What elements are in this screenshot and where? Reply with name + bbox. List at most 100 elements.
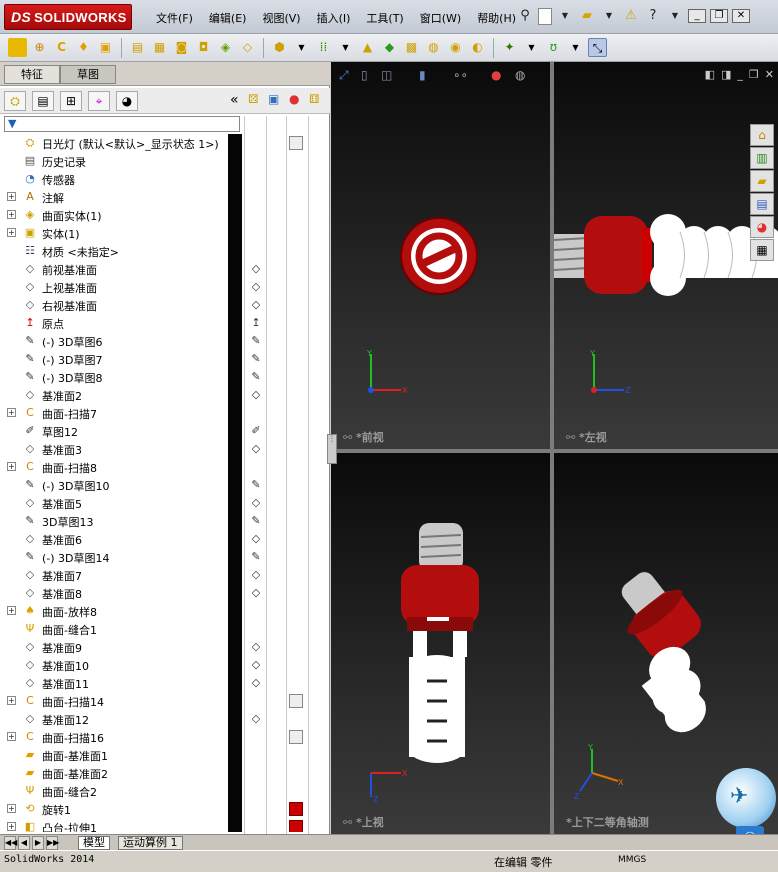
custom-properties-icon[interactable]: ▦	[750, 239, 774, 261]
file-explorer-icon[interactable]: ▰	[750, 170, 774, 192]
plane-visibility-icon[interactable]: ◇	[248, 261, 264, 277]
close-window-button[interactable]: ✕	[732, 9, 750, 23]
pin-icon[interactable]: ⚲	[516, 6, 534, 26]
viewport-left[interactable]: ◧ ◨ _ ❐ ✕ Y Z ⚯ *左视	[554, 62, 778, 449]
expand-toggle-icon[interactable]: +	[7, 210, 16, 219]
expand-toggle-icon[interactable]: +	[7, 192, 16, 201]
menu-insert[interactable]: 插入(I)	[309, 8, 359, 28]
sweep-surface-icon[interactable]: C	[52, 38, 71, 57]
tree-item[interactable]: + ⟲ 旋转1	[0, 800, 330, 818]
expand-toggle-icon[interactable]: +	[7, 822, 16, 831]
dropdown-arrow-icon[interactable]: ▼	[666, 6, 684, 26]
expand-toggle-icon[interactable]: +	[7, 228, 16, 237]
expand-toggle-icon[interactable]: +	[7, 696, 16, 705]
offset-surface-icon[interactable]: ▤	[128, 38, 147, 57]
appearance-swatch-icon[interactable]	[289, 694, 303, 708]
view-palette-icon[interactable]: ▤	[750, 193, 774, 215]
untrim-surface-icon[interactable]: ◉	[446, 38, 465, 57]
plane-visibility-icon[interactable]: ◇	[248, 657, 264, 673]
tree-scroll-bar[interactable]	[228, 134, 242, 832]
delete-face-icon[interactable]: ▩	[402, 38, 421, 57]
scene-icon[interactable]: ⚅	[309, 92, 319, 106]
tree-item[interactable]: ✎ (-) 3D草图10 ✎	[0, 476, 330, 494]
dropdown-arrow-icon[interactable]: ▼	[336, 38, 355, 57]
tab-motion-study[interactable]: 运动算例 1	[118, 836, 183, 850]
expand-toggle-icon[interactable]: +	[7, 462, 16, 471]
tab-last-arrow-icon[interactable]: ▶▶	[46, 836, 59, 850]
tree-item[interactable]: + C 曲面-扫描16	[0, 728, 330, 746]
replace-face-icon[interactable]: ◍	[424, 38, 443, 57]
tree-item[interactable]: + ▣ 实体(1)	[0, 224, 330, 242]
fill-surface-icon[interactable]: ◙	[172, 38, 191, 57]
tree-item[interactable]: ✎ 3D草图13 ✎	[0, 512, 330, 530]
display-pane-icon[interactable]: ⚄	[248, 92, 258, 106]
warning-icon[interactable]: ⚠	[622, 6, 640, 26]
expand-toggle-icon[interactable]: +	[7, 804, 16, 813]
appearance-swatch-icon[interactable]	[289, 730, 303, 744]
tree-item[interactable]: ◔ 传感器	[0, 170, 330, 188]
trim-surface-icon[interactable]: ◇	[238, 38, 257, 57]
tree-item[interactable]: ◇ 基准面3 ◇	[0, 440, 330, 458]
sketch3d-visibility-icon[interactable]: ✎	[248, 369, 264, 385]
tree-item[interactable]: ✐ 草图12 ✐	[0, 422, 330, 440]
tree-item[interactable]: + ♠ 曲面-放样8	[0, 602, 330, 620]
tree-item[interactable]: + A 注解	[0, 188, 330, 206]
plane-visibility-icon[interactable]: ◇	[248, 279, 264, 295]
sketch3d-visibility-icon[interactable]: ✎	[248, 333, 264, 349]
dimxpert-icon[interactable]: ⌖	[88, 91, 110, 111]
menu-view[interactable]: 视图(V)	[254, 8, 308, 28]
tree-item[interactable]: ▰ 曲面-基准面1	[0, 746, 330, 764]
tree-item[interactable]: ◇ 基准面12 ◇	[0, 710, 330, 728]
tab-sketch[interactable]: 草图	[60, 65, 116, 84]
tree-item[interactable]: Ψ 曲面-缝合1	[0, 620, 330, 638]
loft-surface-icon[interactable]: ♦	[74, 38, 93, 57]
edit-appearance-icon[interactable]: ●	[491, 68, 501, 82]
plane-visibility-icon[interactable]: ◇	[248, 387, 264, 403]
section-view-icon[interactable]: ◫	[381, 68, 392, 82]
tree-item[interactable]: ◇ 基准面2 ◇	[0, 386, 330, 404]
tree-item[interactable]: ✎ (-) 3D草图6 ✎	[0, 332, 330, 350]
assistant-bird-logo[interactable]: ✈	[716, 768, 776, 828]
appearances-icon[interactable]: ◕	[750, 216, 774, 238]
plane-visibility-icon[interactable]: ◇	[248, 297, 264, 313]
tree-item[interactable]: ◇ 前视基准面 ◇	[0, 260, 330, 278]
extrude-surface-icon[interactable]	[8, 38, 27, 57]
dropdown-arrow-icon[interactable]: ▼	[556, 6, 574, 26]
fillet-icon[interactable]: ◐	[468, 38, 487, 57]
expand-toggle-icon[interactable]: +	[7, 732, 16, 741]
sketch3d-visibility-icon[interactable]: ✎	[248, 549, 264, 565]
expand-toggle-icon[interactable]: +	[7, 408, 16, 417]
help-icon[interactable]: ?	[644, 6, 662, 26]
tree-item[interactable]: ◇ 基准面5 ◇	[0, 494, 330, 512]
viewport-front[interactable]: Y X ⚯ *前视	[331, 62, 550, 449]
display-style-icon[interactable]: ▮	[419, 68, 426, 82]
tab-next-arrow-icon[interactable]: ▶	[32, 836, 44, 850]
display-manager-icon[interactable]: ◕	[116, 91, 138, 111]
minimize-window-button[interactable]: _	[688, 9, 706, 23]
pattern-icon[interactable]: ⁞⁞	[314, 38, 333, 57]
appearance-cube-icon[interactable]: ▣	[268, 92, 279, 106]
cut-with-surface-icon[interactable]: ◆	[380, 38, 399, 57]
revolve-surface-icon[interactable]: ⊕	[30, 38, 49, 57]
ruled-surface-icon[interactable]: ◘	[194, 38, 213, 57]
tree-item[interactable]: Ψ 曲面-缝合2	[0, 782, 330, 800]
tree-item[interactable]: ▰ 曲面-基准面2	[0, 764, 330, 782]
graphics-area[interactable]: ⤢ ▯ ◫ ▮ ∘∘ ● ◍ Y X ⚯ *前视 ◧ ◨ _ ❐ ✕ Y Z ⚯…	[327, 62, 778, 834]
configuration-manager-icon[interactable]: ⊞	[60, 91, 82, 111]
sketch3d-visibility-icon[interactable]: ✎	[248, 513, 264, 529]
apply-scene-icon[interactable]: ◍	[515, 68, 525, 82]
plane-visibility-icon[interactable]: ◇	[248, 585, 264, 601]
tree-item[interactable]: ✎ (-) 3D草图14 ✎	[0, 548, 330, 566]
hide-show-icon[interactable]: ∘∘	[453, 68, 468, 82]
tree-item[interactable]: ◇ 基准面7 ◇	[0, 566, 330, 584]
tree-item[interactable]: ◇ 基准面11 ◇	[0, 674, 330, 692]
tree-item[interactable]: ◇ 基准面10 ◇	[0, 656, 330, 674]
menu-file[interactable]: 文件(F)	[148, 8, 201, 28]
knit-surface-icon[interactable]: ⬢	[270, 38, 289, 57]
menu-edit[interactable]: 编辑(E)	[201, 8, 255, 28]
tree-item[interactable]: ▤ 历史记录	[0, 152, 330, 170]
view-orientation-icon[interactable]: ⤢	[339, 68, 349, 83]
collapse-panel-icon[interactable]: «	[230, 92, 239, 108]
tree-item[interactable]: ◇ 上视基准面 ◇	[0, 278, 330, 296]
plane-visibility-icon[interactable]: ◇	[248, 711, 264, 727]
